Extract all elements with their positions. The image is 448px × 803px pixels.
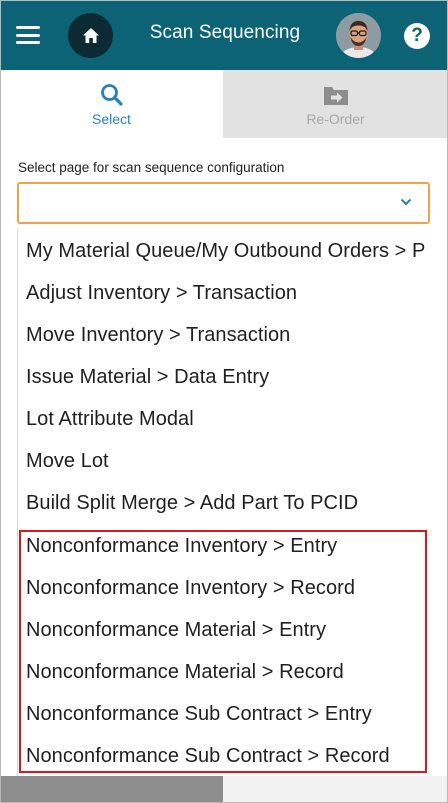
page-options-list: My Material Queue/My Outbound Orders > P…: [17, 230, 448, 776]
home-button[interactable]: [68, 13, 113, 58]
option-nc-inventory-record[interactable]: Nonconformance Inventory > Record: [26, 567, 355, 609]
help-icon: ?: [411, 25, 423, 46]
bottom-tab-strip: [0, 776, 448, 803]
page-select-label: Select page for scan sequence configurat…: [18, 160, 285, 175]
option-build-split-merge[interactable]: Build Split Merge > Add Part To PCID: [26, 482, 358, 524]
folder-arrow-icon: [323, 87, 348, 105]
tab-select-label: Select: [92, 111, 131, 127]
option-adjust-inventory-transaction[interactable]: Adjust Inventory > Transaction: [26, 272, 297, 314]
help-button[interactable]: ?: [404, 23, 430, 49]
option-move-inventory-transaction[interactable]: Move Inventory > Transaction: [26, 314, 290, 356]
page-select-dropdown[interactable]: [17, 182, 430, 224]
page-title: Scan Sequencing: [149, 22, 301, 43]
tab-reorder[interactable]: Re-Order: [223, 70, 448, 138]
tab-reorder-label: Re-Order: [306, 111, 365, 127]
avatar-image: [336, 13, 381, 58]
tab-bar: Select Re-Order: [0, 70, 448, 138]
option-nc-material-entry[interactable]: Nonconformance Material > Entry: [26, 609, 326, 651]
option-nc-material-record[interactable]: Nonconformance Material > Record: [26, 651, 344, 693]
tab-select[interactable]: Select: [0, 70, 223, 138]
home-icon: [82, 28, 99, 43]
chevron-down-icon: [400, 198, 412, 206]
hamburger-icon[interactable]: [16, 26, 40, 44]
app-window: Scan Sequencing ? Select Re-Order Select…: [0, 0, 448, 803]
option-my-material-queue[interactable]: My Material Queue/My Outbound Orders > P: [26, 230, 425, 272]
bottom-strip-left: [0, 776, 223, 803]
option-move-lot[interactable]: Move Lot: [26, 440, 109, 482]
user-avatar[interactable]: [336, 13, 381, 58]
bottom-strip-right: [223, 776, 448, 803]
option-nc-sub-contract-record[interactable]: Nonconformance Sub Contract > Record: [26, 735, 390, 776]
option-lot-attribute-modal[interactable]: Lot Attribute Modal: [26, 398, 194, 440]
option-issue-material-data-entry[interactable]: Issue Material > Data Entry: [26, 356, 269, 398]
search-icon: [100, 84, 123, 106]
option-nc-inventory-entry[interactable]: Nonconformance Inventory > Entry: [26, 525, 337, 567]
app-header: Scan Sequencing ?: [0, 0, 448, 70]
option-nc-sub-contract-entry[interactable]: Nonconformance Sub Contract > Entry: [26, 693, 372, 735]
